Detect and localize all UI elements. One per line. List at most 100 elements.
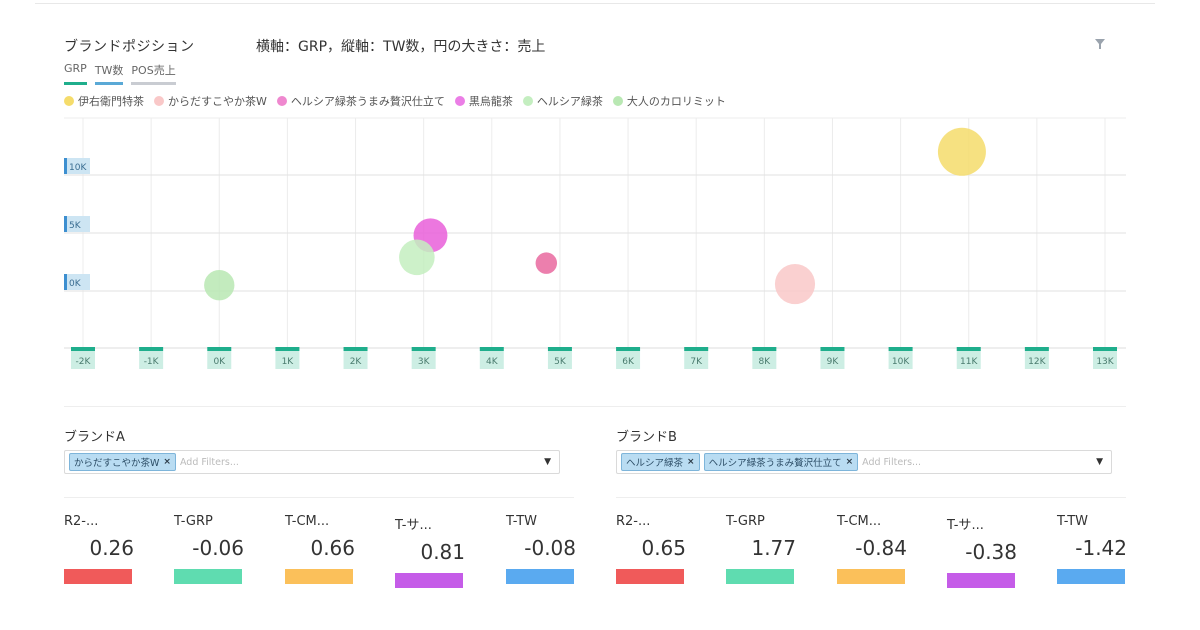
x-tick-mark [207, 347, 232, 351]
x-tick-label: 9K [827, 357, 840, 367]
x-tick-mark [616, 347, 641, 351]
x-tick-label: 0K [213, 357, 226, 367]
metric-label: T-サ... [395, 518, 432, 533]
brand-a-metric-t-cm: T-CM... 0.66 [285, 514, 385, 584]
x-tick-label: 5K [554, 357, 567, 367]
chip-label: ヘルシア緑茶うまみ贅沢仕立て [708, 458, 842, 469]
metric-value: -1.42 [1075, 536, 1127, 560]
brand-b-metric-t-grp: T-GRP 1.77 [726, 514, 826, 584]
metric-label: T-GRP [726, 514, 765, 529]
x-tick-label: 6K [622, 357, 635, 367]
metric-bar [616, 569, 684, 584]
metric-label: T-GRP [174, 514, 213, 529]
filter-placeholder: Add Filters... [179, 456, 239, 468]
brand-b-metric-t-cm: T-CM... -0.84 [837, 514, 937, 584]
bubble-point [774, 263, 816, 305]
metric-value: 1.77 [751, 536, 796, 560]
metric-label: R2-... [616, 514, 651, 529]
brand-b-metric-r2: R2-... 0.65 [616, 514, 716, 584]
chip-label: ヘルシア緑茶 [626, 458, 684, 469]
metric-bar [726, 569, 794, 584]
x-tick-label: -2K [76, 357, 92, 367]
metric-bar [174, 569, 242, 584]
metric-label: T-CM... [285, 514, 330, 529]
x-tick-label: 7K [690, 357, 703, 367]
bubble-point [204, 270, 235, 301]
x-tick-label: -1K [144, 357, 160, 367]
y-tick-label: 0K [69, 279, 82, 289]
brand-b-filter-input[interactable]: ヘルシア緑茶 × ヘルシア緑茶うまみ贅沢仕立て × Add Filters...… [616, 450, 1112, 474]
metric-label: T-サ... [947, 518, 984, 533]
brand-b-chip[interactable]: ヘルシア緑茶うまみ贅沢仕立て × [703, 453, 859, 471]
y-tick-label: 10K [69, 163, 87, 173]
metric-value: 0.26 [89, 536, 134, 560]
y-tick-mark [64, 274, 67, 290]
metric-bar [947, 573, 1015, 588]
remove-chip-icon[interactable]: × [163, 457, 171, 467]
x-tick-label: 1K [282, 357, 295, 367]
x-tick-mark [547, 347, 572, 351]
metric-label: T-CM... [837, 514, 882, 529]
x-tick-label: 12K [1028, 357, 1046, 367]
y-tick-mark [64, 158, 67, 174]
x-tick-mark [956, 347, 981, 351]
brand-b-divider [616, 497, 1126, 498]
x-tick-label: 2K [350, 357, 363, 367]
brand-a-metric-r2: R2-... 0.26 [64, 514, 164, 584]
x-tick-mark [1024, 347, 1049, 351]
x-tick-label: 13K [1096, 357, 1114, 367]
brand-b-metric-t-tw: T-TW -1.42 [1057, 514, 1157, 584]
metric-label: T-TW [506, 514, 538, 529]
metric-bar [837, 569, 905, 584]
brand-a-filter-input[interactable]: からだすこやか茶W × Add Filters... ▼ [64, 450, 560, 474]
x-tick-mark [411, 347, 436, 351]
brand-a-metric-t-tw: T-TW -0.08 [506, 514, 606, 584]
chip-label: からだすこやか茶W [74, 458, 160, 469]
metric-bar [64, 569, 132, 584]
section-divider [64, 406, 1126, 407]
x-tick-label: 11K [960, 357, 978, 367]
brand-a-chip[interactable]: からだすこやか茶W × [69, 453, 176, 471]
metric-value: -0.08 [524, 536, 576, 560]
x-tick-label: 10K [892, 357, 910, 367]
remove-chip-icon[interactable]: × [687, 457, 695, 467]
metric-value: -0.84 [855, 536, 907, 560]
dropdown-caret-icon[interactable]: ▼ [1096, 457, 1103, 467]
brand-b-chip[interactable]: ヘルシア緑茶 × [621, 453, 700, 471]
metric-label: T-TW [1057, 514, 1089, 529]
bubble-point [399, 239, 435, 276]
x-tick-mark [888, 347, 913, 351]
metric-bar [506, 569, 574, 584]
x-tick-mark [479, 347, 504, 351]
brand-a-divider [64, 497, 574, 498]
y-tick-label: 5K [69, 221, 82, 231]
metric-bar [395, 573, 463, 588]
x-tick-label: 3K [418, 357, 431, 367]
bubble-point [535, 252, 558, 274]
x-tick-mark [684, 347, 709, 351]
brand-a-label: ブランドA [64, 430, 125, 445]
x-tick-mark [820, 347, 845, 351]
metric-value: -0.38 [965, 540, 1017, 564]
metric-bar [285, 569, 353, 584]
brand-a-metric-t-sa: T-サ... 0.81 [395, 514, 495, 588]
metric-value: 0.66 [310, 536, 355, 560]
dropdown-caret-icon[interactable]: ▼ [544, 457, 551, 467]
metric-value: -0.06 [192, 536, 244, 560]
brand-a-metric-t-grp: T-GRP -0.06 [174, 514, 274, 584]
x-tick-label: 8K [759, 357, 772, 367]
x-tick-mark [71, 347, 95, 351]
y-tick-mark [64, 216, 67, 232]
metric-value: 0.81 [420, 540, 465, 564]
metric-bar [1057, 569, 1125, 584]
remove-chip-icon[interactable]: × [846, 457, 854, 467]
x-tick-label: 4K [486, 357, 499, 367]
bubble-point [937, 127, 986, 176]
filter-placeholder: Add Filters... [862, 456, 922, 468]
bubble-chart: -2K -1K 0K 1K 2K 3K 4K 5K 6K 7K 8K 9K 10K 11K 12K 13K 10… [64, 117, 1126, 369]
x-tick-mark [275, 347, 300, 351]
x-tick-mark [752, 347, 777, 351]
x-tick-mark [343, 347, 368, 351]
brand-b-label: ブランドB [616, 430, 677, 445]
metric-label: R2-... [64, 514, 99, 529]
